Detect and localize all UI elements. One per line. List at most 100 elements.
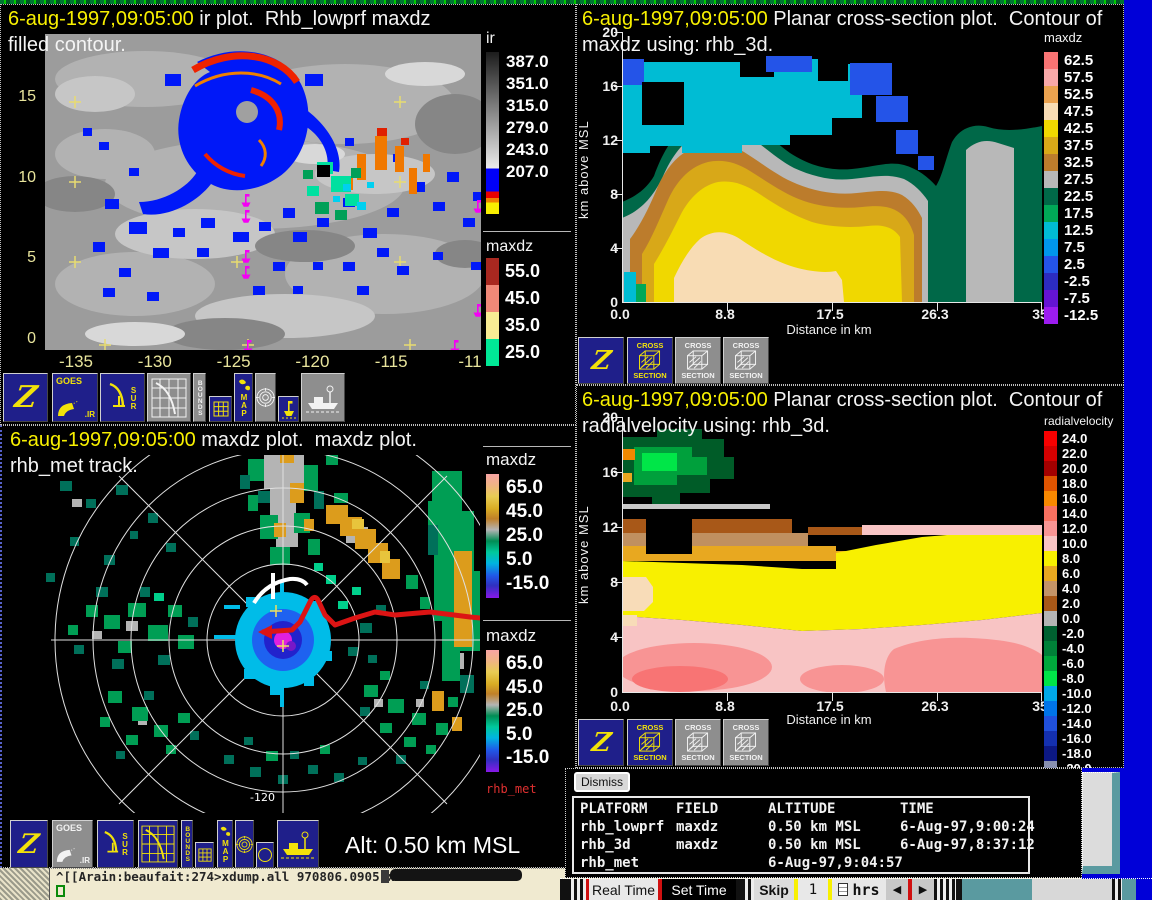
skip-value-field[interactable]: 1 [798,879,828,900]
range-rings-button[interactable] [235,820,254,868]
cube-icon [686,350,710,371]
xs-rv-y-axis: 201612840 [594,409,618,700]
zebra-desktop: 6-aug-1997,09:05:00 ir plot. Rhb_lowprf … [0,0,1152,900]
colorbar-separator [483,620,571,621]
taskbar-corner [1136,879,1152,900]
ir-x-axis: -135-130-125-120-115-11 [50,352,496,372]
desktop-right-edge [1124,0,1152,900]
satellite-ir-display [45,34,481,350]
zebra-logo-button[interactable]: Z [10,820,48,868]
taskbar-spacer-gray [1032,879,1112,900]
status-table-row: rhb_lowprfmaxdz0.50 km MSL6-Aug-97,9:00:… [580,818,1022,836]
radar-grid-icon [141,824,175,864]
xs-rv-y-label: km above MSL [576,475,591,635]
surveillance-radar-button[interactable]: SUR [97,820,134,868]
xs-maxdz-y-axis: 201612840 [594,24,618,310]
document-icon [838,883,848,896]
z-logo-icon: Z [589,728,612,758]
status-table-row: rhb_met6-Aug-97,9:04:57 [580,854,1022,872]
xs-maxdz-y-label: km above MSL [576,90,591,250]
taskbar-stripes [568,879,586,900]
goes-ir-button[interactable]: GOES .IR [52,820,93,868]
time-control-taskbar: Real Time Set Time Skip 1 hrs ◀ ▶ [560,878,1152,900]
bounds-button[interactable]: BOUNDS [181,820,193,868]
radar-colorbar1-label: maxdz [486,450,536,470]
arrow-left-icon: ◀ [893,883,901,896]
circle-icon [257,847,273,863]
circle-button[interactable] [256,842,274,868]
radar-grid-button[interactable] [138,820,178,868]
status-table-header: PLATFORMFIELDALTITUDETIME [580,800,1022,818]
z-logo-icon: Z [17,829,41,860]
dismiss-button[interactable]: Dismiss [574,772,630,792]
radar-title-line1: 6-aug-1997,09:05:00 maxdz plot. maxdz pl… [10,429,417,452]
cross-section-button-active[interactable]: CROSS SECTION [627,337,673,384]
terminal-prompt: ^[[Arain:beaufait:274>xdump.all 970806.0… [56,869,395,884]
terminal-cursor [381,870,389,883]
map-button[interactable]: MAP [234,373,253,422]
set-time-button[interactable]: Set Time [662,879,736,900]
small-grid-button[interactable] [195,842,214,868]
xs-maxdz-x-axis: 0.08.817.526.335 [603,306,1057,322]
goes-ir-button[interactable]: GOES .IR [52,373,98,422]
radar-colorbar1 [486,474,499,598]
radar-display: -120 [8,455,480,813]
cross-section-button-active[interactable]: CROSS SECTION [627,719,673,766]
map-islands-icon [237,378,251,391]
small-grid-button[interactable] [209,396,232,422]
xs-rv-title-line1: 6-aug-1997,09:05:00 Planar cross-section… [582,389,1102,412]
buoy-button[interactable] [278,396,299,422]
surveillance-radar-button[interactable]: SUR [100,373,145,422]
range-rings-button[interactable] [255,373,276,422]
satellite-dish-icon [56,399,80,417]
ir-colorbar-ticks: 387.0351.0315.0279.0243.0207.0 [506,52,570,182]
xs-maxdz-title-line1: 6-aug-1997,09:05:00 Planar cross-section… [582,8,1102,31]
zebra-logo-button[interactable]: Z [3,373,48,422]
background-window-fragment[interactable] [1082,772,1120,874]
xterm-scrollbar[interactable] [0,868,50,900]
radar-colorbar2-label: maxdz [486,626,536,646]
terminal-cursor-outline [56,885,65,897]
step-forward-button[interactable]: ▶ [912,879,934,900]
ir-title-line2: filled contour. [8,34,126,57]
ir-colorbar-label: ir [486,30,495,48]
radar-title-line2: rhb_met track. [10,455,138,478]
cube-icon [638,350,662,371]
real-time-button[interactable]: Real Time [586,879,658,900]
hours-unit-button[interactable]: hrs [832,879,886,900]
grid-icon [213,401,229,417]
cube-icon [734,350,758,371]
ir-colorbar [486,52,499,214]
taskbar-spacer-teal [962,879,1032,900]
zebra-logo-button[interactable]: Z [578,337,624,384]
bounds-button[interactable]: BOUNDS [193,373,206,422]
radar-bottom-tick: -120 [250,791,275,804]
cross-section-button[interactable]: CROSS SECTION [723,719,769,766]
ship-button[interactable] [277,820,319,868]
buoy-icon [281,399,297,419]
ir-title-line1: 6-aug-1997,09:05:00 ir plot. Rhb_lowprf … [8,8,430,31]
radar-grid-button[interactable] [147,373,191,422]
xterm-title-cap [390,869,522,881]
track-platform-label: rhb_met [486,782,537,796]
status-table-body: rhb_lowprfmaxdz0.50 km MSL6-Aug-97,9:00:… [580,818,1022,872]
ship-button[interactable] [301,373,345,422]
xsection-rv-plot [612,417,1046,702]
taskbar-divider [560,879,568,900]
xs-maxdz-colorbar: 62.557.552.547.542.537.532.527.522.517.5… [1044,52,1122,316]
skip-button[interactable]: Skip [754,879,794,900]
taskbar-stripes [1112,879,1122,900]
xs-maxdz-x-label: Distance in km [612,322,1046,337]
grid-icon [198,848,212,862]
zebra-logo-button[interactable]: Z [578,719,624,766]
step-back-button[interactable]: ◀ [886,879,908,900]
platform-status-table: PLATFORMFIELDALTITUDETIME rhb_lowprfmaxd… [572,796,1030,874]
xs-rv-colorbar: 24.022.020.018.016.014.012.010.08.06.04.… [1044,431,1122,703]
cross-section-button[interactable]: CROSS SECTION [723,337,769,384]
cross-section-button[interactable]: CROSS SECTION [675,337,721,384]
taskbar-spacer-teal [1122,879,1136,900]
xs-maxdz-title-line2: maxdz using: rhb_3d. [582,34,773,57]
cross-section-button[interactable]: CROSS SECTION [675,719,721,766]
map-button[interactable]: MAP [217,820,233,868]
ir-y-axis: 151050 [4,88,36,348]
